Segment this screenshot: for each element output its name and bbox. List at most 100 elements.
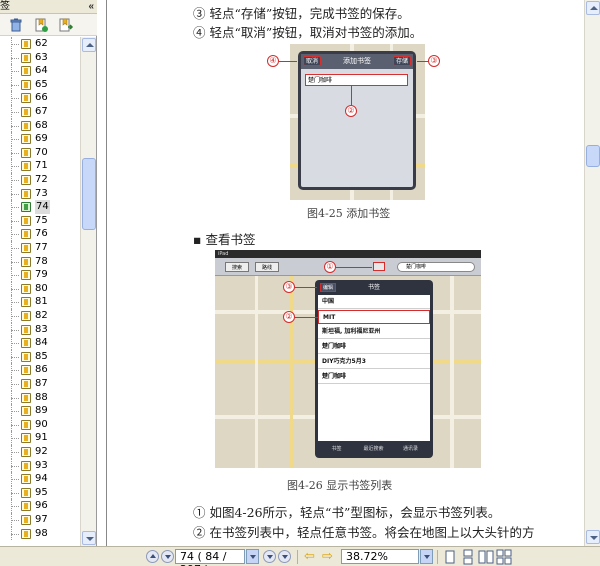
last-page-icon[interactable] [278,550,291,563]
bookmark-item[interactable]: 96 [0,499,80,513]
bookmark-item[interactable]: 97 [0,513,80,527]
previous-page-icon[interactable] [161,550,174,563]
scroll-thumb[interactable] [586,145,600,167]
body-text-line: ④ 轻点“取消”按钮，取消对书签的添加。 [193,25,423,40]
bookmarks-panel: 签 « 62 63 64 65 66 67 68 69 70 71 72 73 74 75 76 77 78 79… [0,0,97,546]
bookmark-item[interactable]: 69 [0,132,80,146]
scroll-up-arrow-icon[interactable] [82,38,96,52]
tab-bookmarks: 书签 [331,446,342,452]
bookmark-icon [21,392,31,403]
bookmark-label: 64 [35,65,48,77]
bookmark-label: 82 [35,310,48,321]
bookmark-item[interactable]: 85 [0,349,80,364]
bookmark-icon [21,147,31,158]
tree-line [11,506,19,508]
continuous-page-icon[interactable] [460,549,476,565]
bookmark-icon [21,351,31,362]
bookmark-item[interactable]: 95 [0,485,80,500]
tree-line [11,275,19,277]
bookmark-item[interactable]: 92 [0,445,80,459]
scroll-down-arrow-icon[interactable] [82,531,96,545]
scroll-up-arrow-icon[interactable] [586,1,600,15]
tab-recents: 最近搜索 [363,446,384,452]
tree-line [11,220,19,222]
figure-add-bookmark: 添加书签 取消 存储 楚门咖啡 [290,44,425,200]
bookmark-item[interactable]: 79 [0,268,80,282]
continuous-facing-icon[interactable] [496,549,512,565]
bookmark-item[interactable]: 77 [0,241,80,255]
figure-caption: 图4-26 显示书签列表 [287,479,393,492]
page-dropdown-icon[interactable] [246,549,259,564]
forward-arrow-icon[interactable]: ⇨ [320,550,335,563]
bookmark-icon [21,460,31,471]
bookmark-item[interactable]: 70 [0,145,80,160]
document-view[interactable]: ③ 轻点“存储”按钮，完成书签的保存。 ④ 轻点“取消”按钮，取消对书签的添加。… [98,0,584,546]
bookmark-item[interactable]: 78 [0,254,80,269]
bookmark-item[interactable]: 62 [0,37,80,51]
bookmark-item[interactable]: 81 [0,295,80,309]
bookmark-item[interactable]: 90 [0,417,80,432]
bookmark-icon [21,365,31,376]
book-icon [373,262,385,271]
bookmark-label: 80 [35,282,48,294]
zoom-field[interactable]: 38.72% [341,549,419,564]
next-page-icon[interactable] [263,550,276,563]
bookmark-icon [21,256,31,267]
bookmark-item[interactable]: 94 [0,472,80,486]
scroll-thumb[interactable] [82,158,96,230]
back-arrow-icon[interactable]: ⇦ [302,550,317,563]
bookmark-icon [21,202,31,213]
bookmark-item[interactable]: 93 [0,458,80,473]
bookmark-item[interactable]: 68 [0,118,80,133]
bookmark-label: 81 [35,296,48,308]
bookmark-label: 84 [35,337,48,349]
bookmark-item[interactable]: 87 [0,377,80,391]
bookmark-item[interactable]: 88 [0,390,80,405]
bookmark-item[interactable]: 86 [0,363,80,377]
callout-3: ③ [428,55,440,67]
bookmark-item[interactable]: 76 [0,227,80,241]
tree-line [11,520,19,521]
bookmark-item[interactable]: 83 [0,322,80,337]
bookmark-item[interactable]: 67 [0,105,80,119]
bookmark-icon [21,487,31,498]
document-scrollbar[interactable] [584,0,600,546]
bookmark-item[interactable]: 82 [0,309,80,323]
bookmark-item[interactable]: 91 [0,431,80,445]
bookmark-item[interactable]: 65 [0,77,80,92]
bookmark-label: 79 [35,269,48,281]
bookmark-item[interactable]: 72 [0,173,80,187]
tree-line [11,152,19,154]
single-page-icon[interactable] [442,549,458,565]
bookmark-item[interactable]: 74 [0,200,80,215]
bookmark-list-scrollbar[interactable] [80,37,96,546]
tree-line [11,384,19,385]
first-page-icon[interactable] [146,550,159,563]
callout-2: ② [345,105,357,117]
zoom-dropdown-icon[interactable] [420,549,433,564]
bookmark-item[interactable]: 73 [0,186,80,201]
trash-icon[interactable] [8,17,24,33]
bookmark-icon [21,66,31,77]
bookmark-icon [21,311,31,321]
page-number-field[interactable]: 74 ( 84 / 297 ) [175,549,245,566]
page-bookmark-icon[interactable] [33,17,49,33]
collapse-panel-icon[interactable]: « [88,0,94,13]
export-bookmark-icon[interactable] [58,17,74,33]
bookmark-item[interactable]: 71 [0,159,80,173]
bookmark-item[interactable]: 89 [0,404,80,418]
facing-page-icon[interactable] [478,549,494,565]
tree-line [11,288,19,290]
bookmark-item[interactable]: 75 [0,213,80,228]
scroll-down-arrow-icon[interactable] [586,530,600,544]
bookmark-item[interactable]: 84 [0,336,80,350]
tree-line [11,438,19,440]
bookmark-icon [21,433,31,444]
bookmark-icon [21,324,31,335]
bookmark-item[interactable]: 80 [0,281,80,296]
bookmark-item[interactable]: 98 [0,526,80,541]
bookmark-item[interactable]: 66 [0,91,80,105]
callout-3: ③ [283,281,295,293]
bookmark-item[interactable]: 64 [0,64,80,78]
bookmark-item[interactable]: 63 [0,50,80,65]
